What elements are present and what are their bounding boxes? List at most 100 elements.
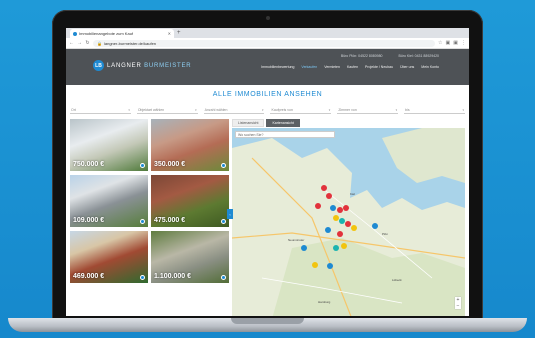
map-pin-icon[interactable]: [351, 225, 357, 231]
nav-item[interactable]: Kaufen: [347, 65, 358, 69]
logo-text: LANGNER BURMEISTER: [107, 63, 191, 69]
view-tabs: Listenansicht Kartenansicht: [232, 119, 465, 127]
listing-card[interactable]: 469.000 €: [70, 231, 148, 283]
listing-card[interactable]: 350.000 €: [151, 119, 229, 171]
filter-label: Kaufpreis von: [271, 107, 293, 112]
url-text: langner-burmeister.de/kaufen: [103, 40, 157, 46]
listing-price: 469.000 €: [73, 273, 105, 280]
back-icon[interactable]: ←: [69, 40, 74, 46]
results-area: 750.000 € 350.000 € 109.000 € 475.000 € …: [66, 119, 469, 316]
contact-info: Büro Plön: 04522 8080980 Büro Kiel: 0431…: [341, 54, 439, 58]
map-pin-icon[interactable]: [341, 243, 347, 249]
site-logo[interactable]: LB LANGNER BURMEISTER: [93, 60, 191, 71]
map-canvas: [232, 128, 465, 316]
map-pin-icon[interactable]: [140, 163, 145, 168]
extension-icons: ☆ ▣ ▣ ⋮: [438, 40, 466, 46]
nav-item[interactable]: Über uns: [400, 65, 414, 69]
map-pin-icon[interactable]: [333, 245, 339, 251]
tab-map-view[interactable]: Kartenansicht: [266, 119, 300, 127]
logo-name-2: BURMEISTER: [144, 62, 192, 69]
contact-phone[interactable]: Büro Plön: 04522 8080980: [341, 54, 383, 58]
map-pin-icon[interactable]: [221, 275, 226, 280]
nav-item[interactable]: Projekte / Neubau: [365, 65, 393, 69]
zoom-out-icon[interactable]: −: [457, 303, 460, 309]
star-icon[interactable]: ☆: [438, 40, 442, 46]
filter-property-type[interactable]: Objektart wählen ▾: [136, 107, 198, 114]
map-label: Hamburg: [318, 300, 331, 304]
contact-phone[interactable]: Büro Kiel: 0431 88929420: [399, 54, 439, 58]
map-pin-icon[interactable]: [326, 193, 332, 199]
listing-card[interactable]: 109.000 €: [70, 175, 148, 227]
menu-dots-icon[interactable]: ⋮: [461, 40, 466, 46]
listing-card[interactable]: 475.000 €: [151, 175, 229, 227]
filter-bar: Ort ▾ Objektart wählen ▾ Anzahl wählen ▾ Ka…: [66, 105, 469, 115]
map-view[interactable]: Wo suchen Sie? Kiel Plön Neumünster Lübe…: [232, 128, 465, 316]
reload-icon[interactable]: ↻: [85, 40, 90, 46]
favicon-icon: [73, 31, 77, 36]
extension-icon[interactable]: ▣: [446, 40, 451, 46]
listing-price: 475.000 €: [154, 217, 186, 224]
filter-rooms-from[interactable]: Zimmer von ▾: [337, 107, 399, 114]
filter-location[interactable]: Ort ▾: [70, 107, 131, 114]
close-tab-icon[interactable]: ✕: [168, 31, 171, 36]
map-pin-icon[interactable]: [330, 205, 336, 211]
listing-grid: 750.000 € 350.000 € 109.000 € 475.000 € …: [66, 119, 229, 316]
map-pin-icon[interactable]: [343, 205, 349, 211]
page-title: ALLE IMMOBILIEN ANSEHEN: [212, 91, 323, 98]
map-pin-icon[interactable]: [327, 263, 333, 269]
collapse-list-icon[interactable]: ‹: [227, 209, 233, 219]
map-pin-icon[interactable]: [337, 231, 343, 237]
nav-item[interactable]: Vermieten: [324, 65, 340, 69]
map-pin-icon[interactable]: [140, 219, 145, 224]
listing-price: 109.000 €: [73, 217, 105, 224]
listing-card[interactable]: 750.000 €: [70, 119, 148, 171]
map-pin-icon[interactable]: [301, 245, 307, 251]
filter-label: Zimmer von: [338, 107, 357, 112]
map-pin-icon[interactable]: [321, 185, 327, 191]
main-nav: Immobilienbewertung Verkaufen Vermieten …: [261, 65, 439, 69]
browser-tabbar: Immobilienangebote zum Kauf ✕ +: [66, 28, 469, 38]
laptop-lid: Immobilienangebote zum Kauf ✕ + ← → ↻ 🔒 …: [52, 10, 483, 320]
listing-card[interactable]: 1.100.000 €: [151, 231, 229, 283]
filter-label: Ort: [71, 107, 76, 112]
map-pin-icon[interactable]: [221, 163, 226, 168]
filter-label: bis: [405, 107, 410, 112]
filter-price-from[interactable]: Kaufpreis von ▾: [270, 107, 332, 114]
chevron-down-icon: ▾: [462, 107, 464, 112]
chevron-down-icon: ▾: [195, 107, 197, 112]
nav-item[interactable]: Immobilienbewertung: [261, 65, 294, 69]
extension-icon[interactable]: ▣: [453, 40, 458, 46]
browser-tab[interactable]: Immobilienangebote zum Kauf ✕: [70, 29, 174, 38]
land-island: [382, 128, 465, 183]
map-pin-icon[interactable]: [221, 219, 226, 224]
map-pin-icon[interactable]: [337, 207, 343, 213]
lock-icon: 🔒: [97, 40, 102, 46]
map-label: Neumünster: [288, 238, 305, 242]
map-label: Lübeck: [392, 278, 402, 282]
map-pin-icon[interactable]: [140, 275, 145, 280]
map-pin-icon[interactable]: [333, 215, 339, 221]
chevron-down-icon: ▾: [395, 107, 398, 112]
chevron-down-icon: ▾: [328, 107, 331, 112]
filter-rooms-to[interactable]: bis ▾: [404, 107, 465, 114]
map-search-input[interactable]: Wo suchen Sie?: [235, 131, 335, 138]
filter-count[interactable]: Anzahl wählen ▾: [203, 107, 265, 114]
nav-item[interactable]: Mein Konto: [421, 65, 439, 69]
map-pin-icon[interactable]: [315, 203, 321, 209]
address-bar[interactable]: 🔒 langner-burmeister.de/kaufen: [93, 39, 436, 47]
nav-item[interactable]: Verkaufen: [301, 65, 317, 69]
tab-title: Immobilienangebote zum Kauf: [79, 31, 134, 36]
map-pin-icon[interactable]: [312, 262, 318, 268]
map-pin-icon[interactable]: [325, 227, 331, 233]
new-tab-icon[interactable]: +: [177, 29, 181, 38]
site-header: LB LANGNER BURMEISTER Büro Plön: 04522 8…: [66, 49, 469, 85]
listing-price: 750.000 €: [73, 161, 105, 168]
listing-price: 350.000 €: [154, 161, 186, 168]
map-pin-icon[interactable]: [372, 223, 378, 229]
forward-icon[interactable]: →: [77, 40, 82, 46]
tab-list-view[interactable]: Listenansicht: [232, 119, 265, 127]
map-label: Plön: [382, 232, 389, 236]
logo-name-1: LANGNER: [107, 62, 142, 69]
map-pin-icon[interactable]: [345, 221, 351, 227]
map-pin-icon[interactable]: [339, 218, 345, 224]
